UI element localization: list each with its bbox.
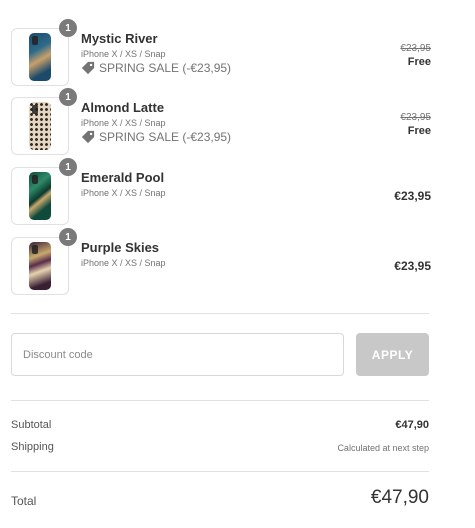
- product-variant: iPhone X / XS / Snap: [81, 49, 166, 59]
- discount-line: SPRING SALE (-€23,95): [81, 61, 231, 75]
- product-name: Emerald Pool: [81, 170, 165, 185]
- quantity-badge: 1: [59, 19, 77, 37]
- discount-label: SPRING SALE (-€23,95): [99, 130, 232, 144]
- quantity-badge: 1: [59, 88, 77, 106]
- cart-item: 1 Purple Skies iPhone X / XS / Snap €23,…: [11, 228, 431, 297]
- item-price: €23,95: [394, 189, 431, 203]
- product-name: Purple Skies: [81, 240, 160, 255]
- original-price: €23,95: [400, 43, 431, 54]
- divider: [11, 471, 429, 472]
- product-image: [11, 97, 69, 155]
- shipping-label: Shipping: [11, 441, 54, 453]
- product-variant: iPhone X / XS / Snap: [81, 258, 166, 268]
- tag-icon: [81, 130, 95, 144]
- item-price: Free: [407, 125, 431, 137]
- item-price: Free: [407, 56, 431, 68]
- item-price: €23,95: [394, 259, 431, 273]
- discount-line: SPRING SALE (-€23,95): [81, 130, 231, 144]
- product-variant: iPhone X / XS / Snap: [81, 188, 166, 198]
- original-price: €23,95: [400, 112, 431, 123]
- discount-code-input[interactable]: [11, 333, 344, 376]
- cart-item: 1 Mystic River iPhone X / XS / Snap SPRI…: [11, 19, 431, 88]
- product-image: [11, 237, 69, 295]
- discount-label: SPRING SALE (-€23,95): [99, 61, 232, 75]
- subtotal-value: €47,90: [395, 419, 429, 431]
- tag-icon: [81, 61, 95, 75]
- product-name: Almond Latte: [81, 100, 165, 115]
- quantity-badge: 1: [59, 158, 77, 176]
- shipping-value: Calculated at next step: [337, 443, 429, 453]
- divider: [11, 313, 429, 314]
- quantity-badge: 1: [59, 228, 77, 246]
- total-label: Total: [11, 494, 37, 508]
- product-image: [11, 167, 69, 225]
- divider: [11, 400, 429, 401]
- subtotal-label: Subtotal: [11, 419, 52, 431]
- product-name: Mystic River: [81, 31, 158, 46]
- cart-item: 1 Emerald Pool iPhone X / XS / Snap €23,…: [11, 158, 431, 227]
- total-value: €47,90: [370, 487, 429, 508]
- apply-button[interactable]: APPLY: [356, 333, 429, 376]
- product-variant: iPhone X / XS / Snap: [81, 118, 166, 128]
- cart-item: 1 Almond Latte iPhone X / XS / Snap SPRI…: [11, 88, 431, 157]
- product-image: [11, 28, 69, 86]
